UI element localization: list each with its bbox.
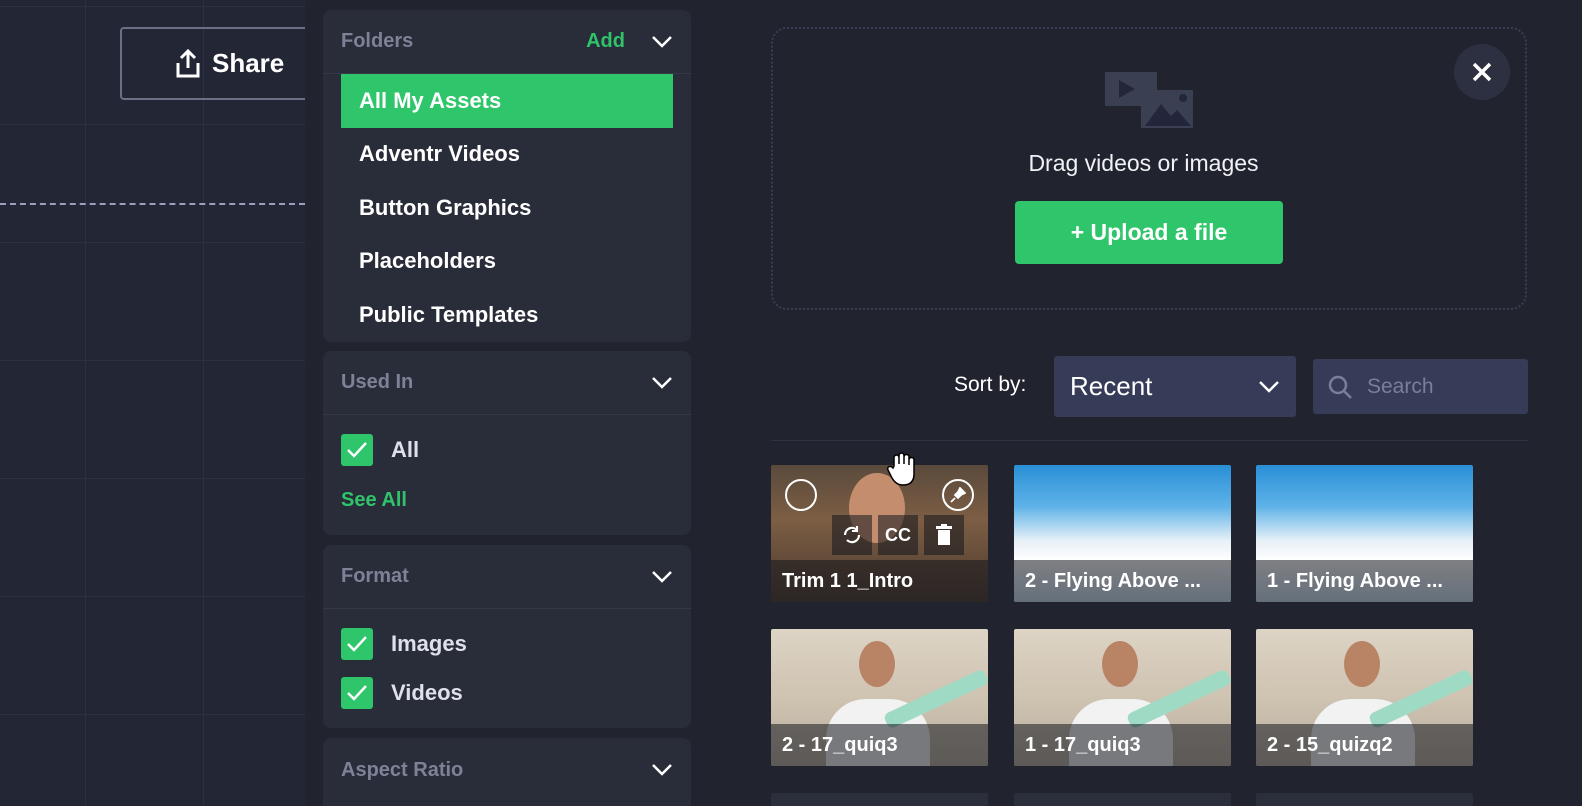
- checkmark-icon: [347, 635, 367, 652]
- search-input[interactable]: [1367, 374, 1517, 399]
- used-in-panel: Used In All See All: [323, 351, 691, 535]
- sort-selected-value: Recent: [1070, 371, 1153, 401]
- used-in-title: Used In: [341, 371, 414, 393]
- chevron-down-icon[interactable]: [651, 570, 673, 584]
- sort-by-label: Sort by:: [954, 373, 1027, 396]
- format-panel: Format Images Videos: [323, 545, 691, 728]
- asset-card[interactable]: [1256, 793, 1473, 806]
- replace-icon[interactable]: [832, 515, 872, 555]
- thumbnail-person-head: [859, 641, 895, 687]
- folder-item-all-my-assets[interactable]: All My Assets: [341, 74, 673, 128]
- folders-header[interactable]: Folders Add: [323, 10, 691, 74]
- format-header[interactable]: Format: [323, 545, 691, 609]
- asset-card[interactable]: 2 - 15_quizq2: [1256, 629, 1473, 766]
- select-circle-icon[interactable]: [785, 479, 817, 511]
- asset-actions: CC: [832, 515, 964, 555]
- chevron-down-icon[interactable]: [651, 376, 673, 390]
- filters-sidebar: Folders Add All My Assets Adventr Videos…: [305, 0, 705, 806]
- folder-item-adventr-videos[interactable]: Adventr Videos: [323, 128, 691, 182]
- sort-dropdown[interactable]: Recent: [1054, 356, 1296, 417]
- asset-name: 2 - 15_quizq2: [1256, 724, 1473, 766]
- folder-item-public-templates[interactable]: Public Templates: [323, 288, 691, 342]
- upload-file-button[interactable]: + Upload a file: [1015, 201, 1283, 264]
- asset-name: 1 - 17_quiq3: [1014, 724, 1231, 766]
- divider: [771, 440, 1528, 441]
- checkbox-checked[interactable]: [341, 627, 373, 660]
- checkbox-checked[interactable]: [341, 676, 373, 709]
- asset-card[interactable]: CC Trim 1 1_Intro: [771, 465, 988, 602]
- trash-icon[interactable]: [924, 515, 964, 555]
- asset-name: 2 - Flying Above ...: [1014, 560, 1231, 602]
- asset-name: 2 - 17_quiq3: [771, 724, 988, 766]
- folders-title: Folders: [341, 30, 414, 52]
- asset-name: 1 - Flying Above ...: [1256, 560, 1473, 602]
- media-placeholder-icon: [1105, 72, 1193, 128]
- checkbox-checked[interactable]: [341, 433, 373, 466]
- used-in-header[interactable]: Used In: [323, 351, 691, 415]
- thumbnail-person-head: [1344, 641, 1380, 687]
- folders-panel: Folders Add All My Assets Adventr Videos…: [323, 10, 691, 342]
- see-all-link[interactable]: See All: [323, 474, 691, 526]
- asset-card[interactable]: 2 - Flying Above ...: [1014, 465, 1231, 602]
- folder-item-placeholders[interactable]: Placeholders: [323, 235, 691, 289]
- format-title: Format: [341, 565, 409, 587]
- option-label: Videos: [391, 679, 463, 705]
- editor-canvas: Share: [0, 0, 305, 806]
- asset-card[interactable]: [1014, 793, 1231, 806]
- option-label: Images: [391, 630, 467, 656]
- format-images-option[interactable]: Images: [323, 619, 691, 668]
- search-box[interactable]: [1313, 359, 1528, 414]
- format-videos-option[interactable]: Videos: [323, 668, 691, 717]
- asset-card[interactable]: 2 - 17_quiq3: [771, 629, 988, 766]
- folder-item-button-graphics[interactable]: Button Graphics: [323, 181, 691, 235]
- asset-card[interactable]: [771, 793, 988, 806]
- aspect-ratio-panel: Aspect Ratio: [323, 738, 691, 806]
- chevron-down-icon[interactable]: [651, 763, 673, 777]
- share-label: Share: [212, 48, 285, 78]
- share-icon: [176, 48, 200, 77]
- asset-name: Trim 1 1_Intro: [771, 560, 988, 602]
- checkmark-icon: [347, 684, 367, 701]
- asset-card[interactable]: 1 - Flying Above ...: [1256, 465, 1473, 602]
- chevron-down-icon[interactable]: [651, 35, 673, 49]
- checkmark-icon: [347, 441, 367, 458]
- asset-card[interactable]: 1 - 17_quiq3: [1014, 629, 1231, 766]
- pin-icon[interactable]: [942, 479, 974, 511]
- option-label: All: [391, 436, 420, 462]
- close-button[interactable]: [1454, 44, 1510, 100]
- aspect-ratio-header[interactable]: Aspect Ratio: [323, 738, 691, 802]
- search-icon: [1328, 375, 1352, 399]
- asset-library: Drag videos or images + Upload a file So…: [705, 0, 1582, 806]
- captions-icon[interactable]: CC: [878, 515, 918, 555]
- hand-cursor-icon: [886, 452, 915, 486]
- aspect-ratio-title: Aspect Ratio: [341, 758, 464, 781]
- share-button[interactable]: Share: [120, 27, 305, 100]
- drag-hint-text: Drag videos or images: [1028, 150, 1259, 176]
- add-folder-link[interactable]: Add: [586, 30, 625, 53]
- close-icon: [1472, 62, 1492, 82]
- used-in-all-option[interactable]: All: [323, 425, 691, 474]
- chevron-down-icon: [1259, 380, 1279, 393]
- thumbnail-person-head: [1102, 641, 1138, 687]
- canvas-guide-line: [0, 203, 305, 205]
